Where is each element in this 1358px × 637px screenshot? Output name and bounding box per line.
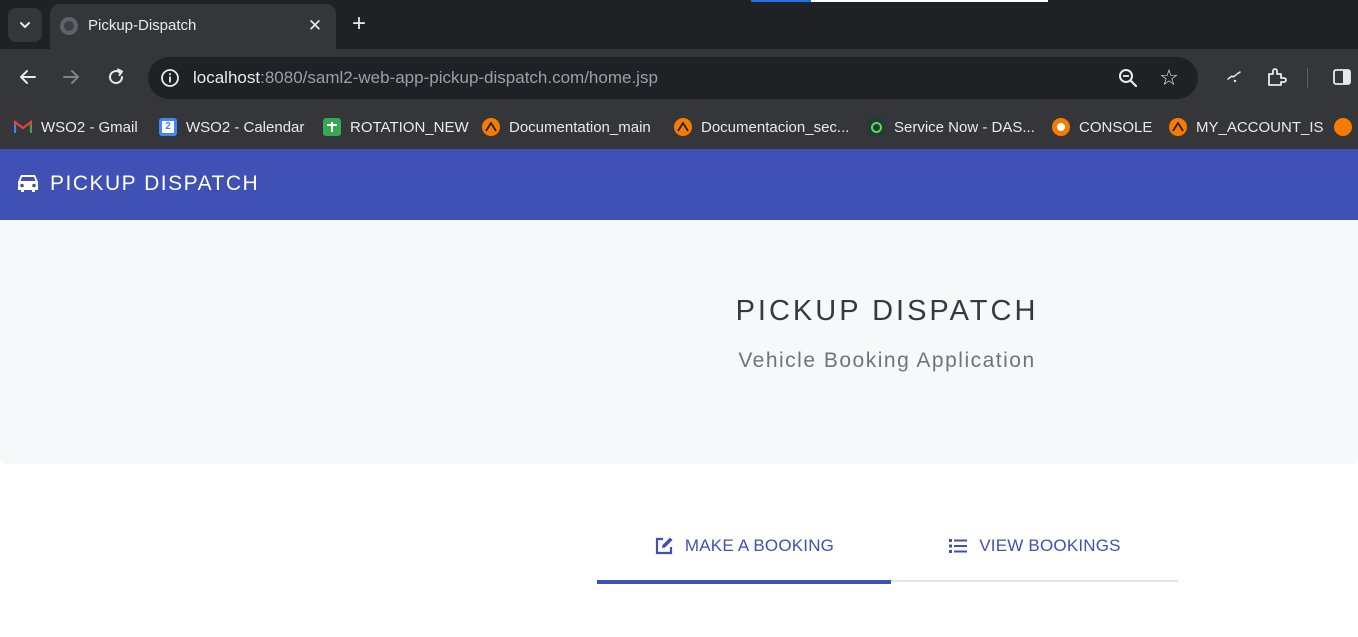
extension-puzzle-small-icon [1227,71,1241,83]
bookmark-label: WSO2 - Calendar [186,118,305,136]
bookmark-star-icon[interactable]: ☆ [1156,65,1182,91]
tab-search-button[interactable] [8,8,42,42]
tab-label: VIEW BOOKINGS [979,536,1121,555]
confluence-icon [1169,118,1187,136]
globe-icon [60,17,78,35]
reload-button[interactable] [100,61,132,93]
browser-tab-active[interactable]: Pickup-Dispatch ✕ [50,4,336,49]
bookmark-label: WSO2 - Gmail [41,118,138,136]
close-icon[interactable]: ✕ [304,15,326,37]
tab-view-bookings[interactable]: VIEW BOOKINGS [891,510,1178,582]
side-panel-icon [1333,69,1351,85]
url-text[interactable]: localhost:8080/saml2-web-app-pickup-disp… [193,68,658,88]
bookmark-label: Service Now - DAS... [894,118,1035,136]
forward-button[interactable] [55,61,87,93]
bookmark-calendar[interactable]: 2 WSO2 - Calendar [159,115,304,139]
reload-icon [109,68,124,85]
zoom-button[interactable] [1116,66,1140,90]
tab-label: MAKE A BOOKING [684,536,835,555]
confluence-icon [674,118,692,136]
sheets-icon [323,118,341,136]
app-navbar: PICKUP DISPATCH [0,149,1358,220]
tab-strip-highlight [811,0,1048,2]
tab-make-a-booking[interactable]: MAKE A BOOKING [597,510,891,584]
bookmark-documentacion-sec[interactable]: Documentacion_sec... [674,115,849,139]
bookmark-label: ROTATION_NEW [350,118,469,136]
bookmark-gmail[interactable]: WSO2 - Gmail [14,115,138,139]
browser-toolbar: localhost:8080/saml2-web-app-pickup-disp… [0,49,1358,105]
bookmark-label: CONSOLE [1079,118,1153,136]
arrow-left-icon [20,70,36,84]
tab-strip-accent [751,0,811,2]
bookmark-my-account[interactable]: MY_ACCOUNT_IS [1169,115,1324,139]
tab-title: Pickup-Dispatch [88,17,197,34]
bookmark-console[interactable]: CONSOLE [1052,115,1152,139]
edit-icon [654,536,674,556]
site-info-button[interactable] [158,66,182,90]
back-button[interactable] [12,61,44,93]
brand-title[interactable]: PICKUP DISPATCH [50,172,259,196]
arrow-right-icon [63,70,79,84]
bookmark-label: Documentation_main [509,118,651,136]
extensions-button[interactable] [1263,64,1289,90]
confluence-icon [1334,118,1352,136]
url-host: localhost [193,68,261,87]
list-icon [948,536,968,556]
puzzle-icon [1268,68,1287,86]
bookmark-service-now[interactable]: Service Now - DAS... [867,115,1035,139]
hero-banner: PICKUP DISPATCH Vehicle Booking Applicat… [0,220,1358,464]
bookmark-label: MY_ACCOUNT_IS [1196,118,1324,136]
bookmark-documentation-main[interactable]: Documentation_main [482,115,651,139]
info-icon [161,69,179,87]
bookmarks-bar: WSO2 - Gmail 2 WSO2 - Calendar ROTATION_… [0,105,1358,149]
side-panel-button[interactable] [1329,64,1355,90]
bookmark-overflow[interactable] [1334,115,1358,139]
chevron-down-icon [20,22,30,28]
browser-tab-strip: Pickup-Dispatch ✕ + [0,0,1358,49]
servicenow-icon [867,118,885,136]
address-bar[interactable]: localhost:8080/saml2-web-app-pickup-disp… [148,57,1198,99]
confluence-icon [482,118,500,136]
calendar-icon: 2 [159,118,177,136]
toolbar-separator [1307,68,1308,88]
gmail-icon [14,118,32,136]
zoom-icon [1119,69,1138,88]
url-path: :8080/saml2-web-app-pickup-dispatch.com/… [260,68,658,87]
car-icon [18,175,38,192]
bookmark-rotation[interactable]: ROTATION_NEW [323,115,469,139]
new-tab-button[interactable]: + [346,12,372,38]
hero-subtitle: Vehicle Booking Application [738,349,1036,372]
booking-tabs: MAKE A BOOKING VIEW BOOKINGS [597,510,1178,584]
console-icon [1052,118,1070,136]
extension-icon[interactable] [1221,64,1247,90]
bookmark-label: Documentacion_sec... [701,118,850,136]
hero-title: PICKUP DISPATCH [735,295,1039,327]
